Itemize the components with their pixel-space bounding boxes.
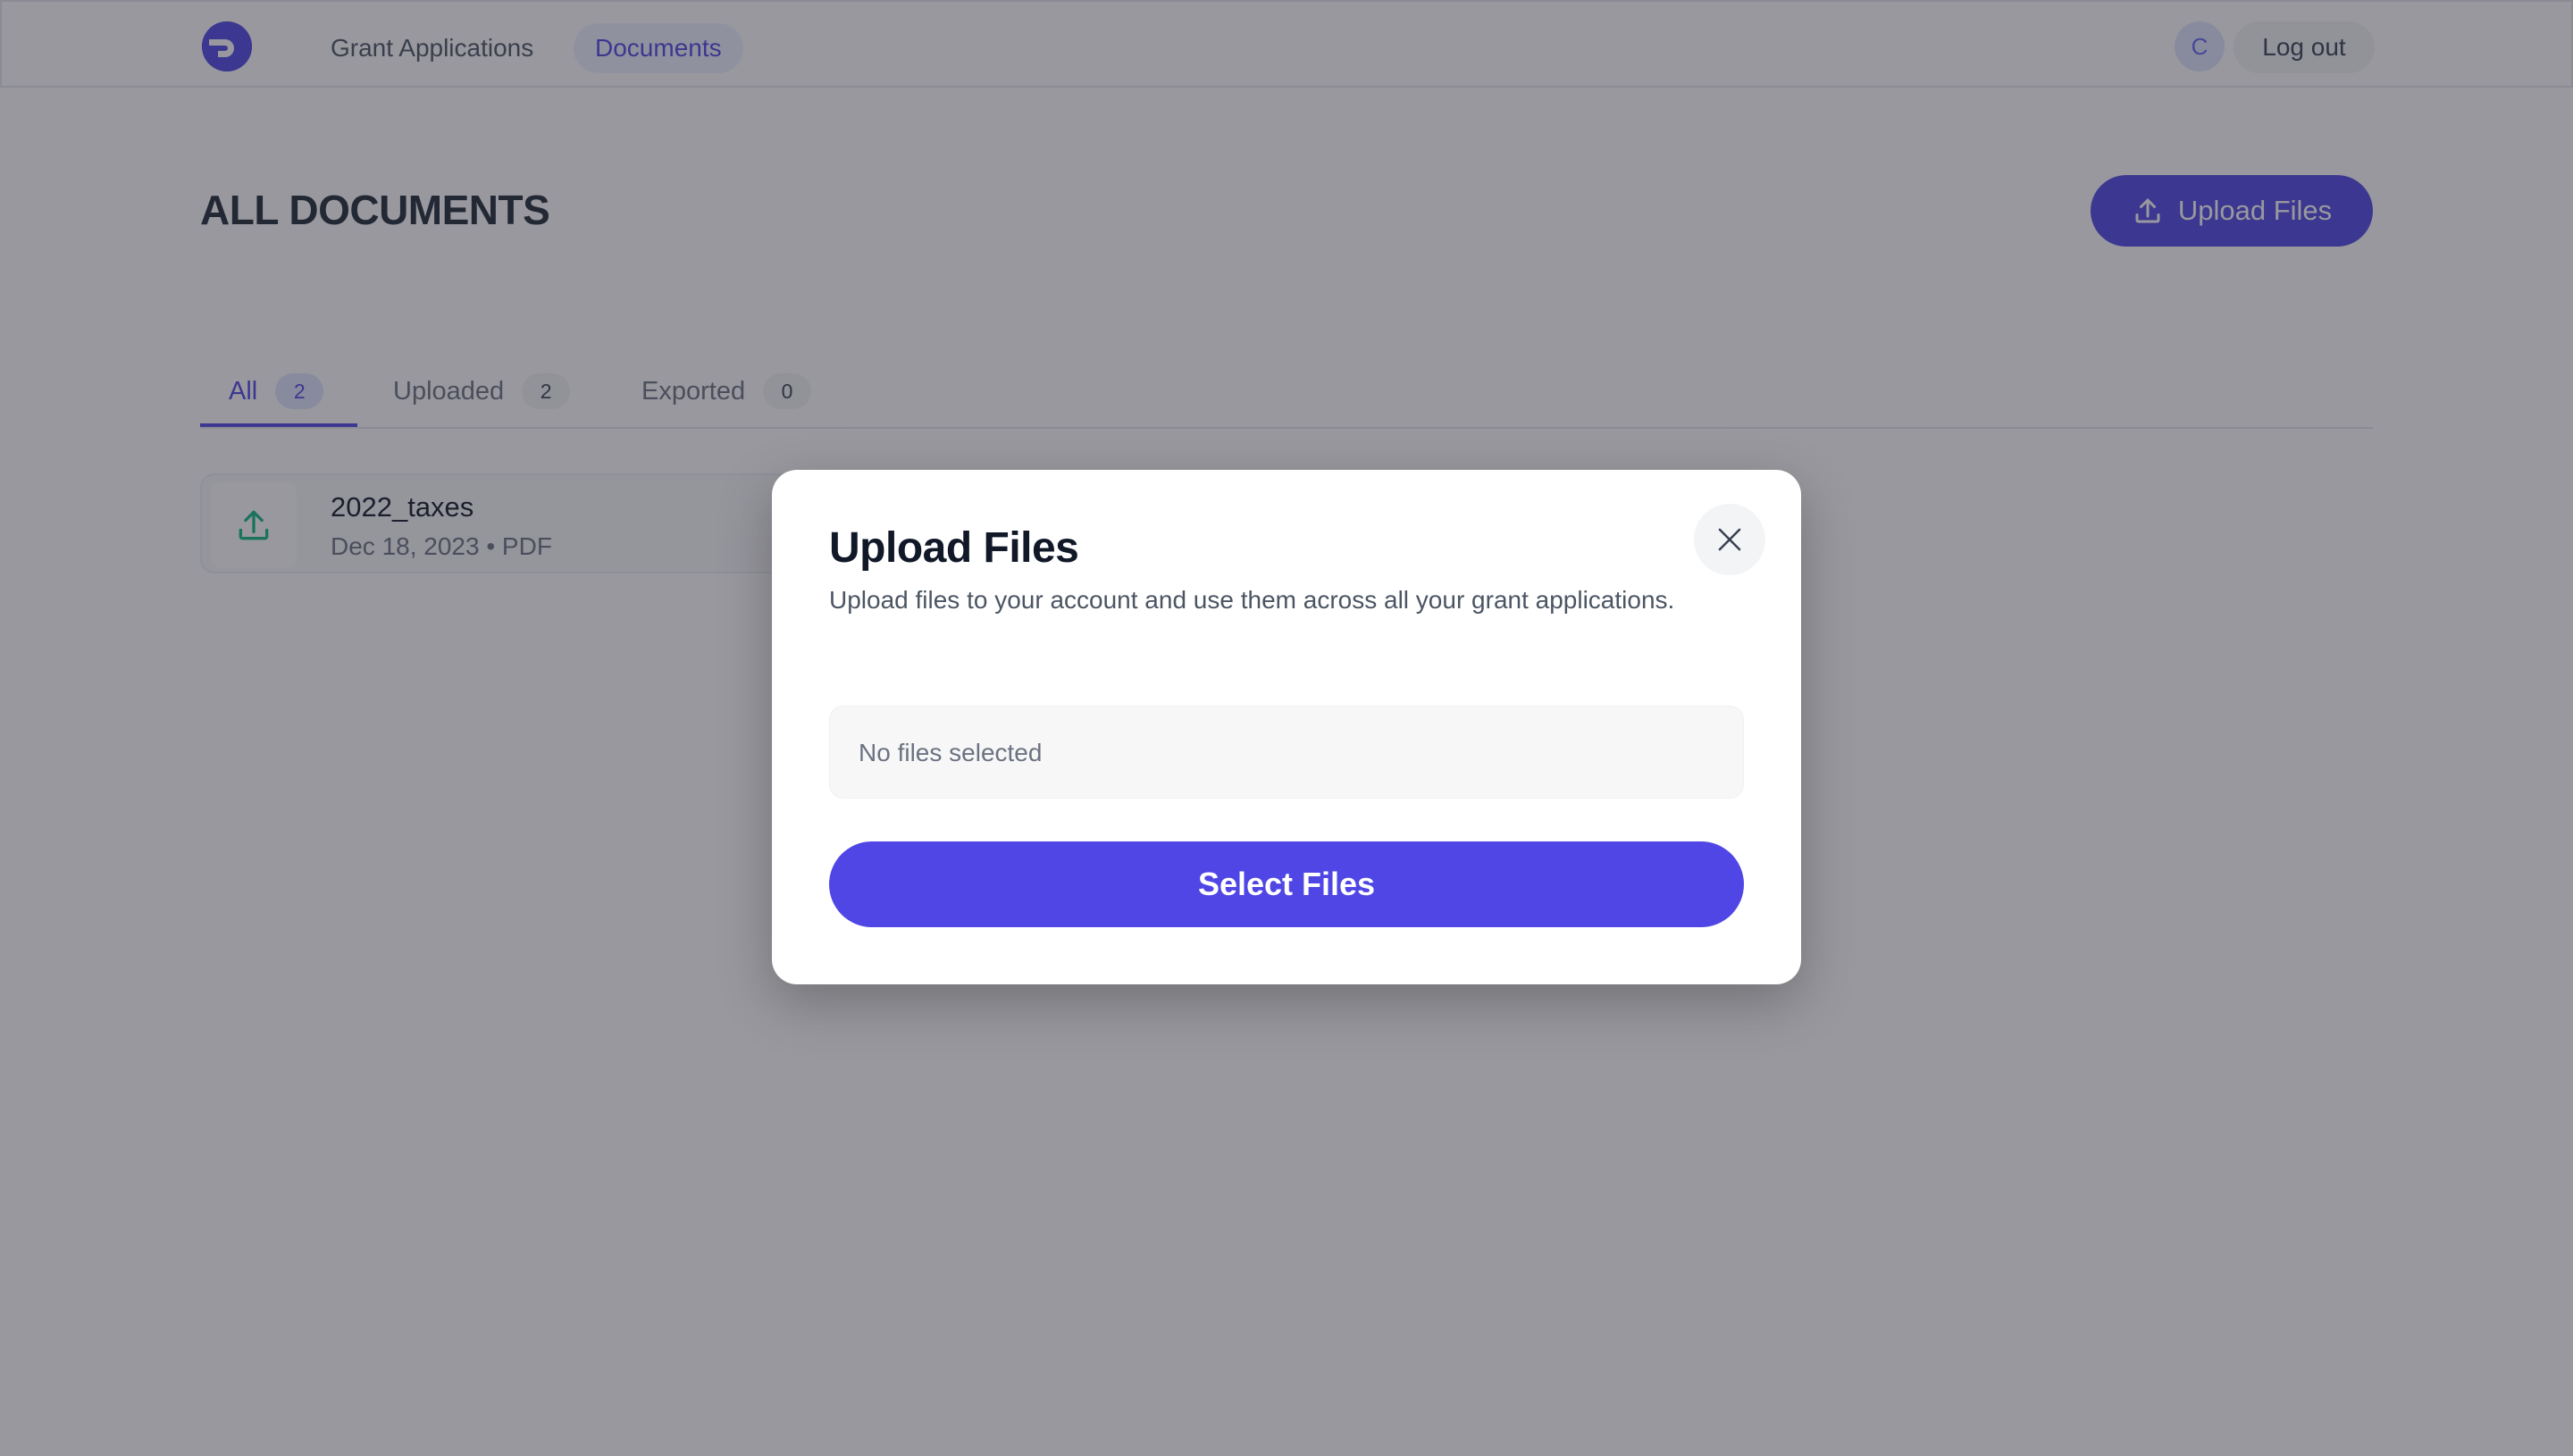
dialog-description: Upload files to your account and use the… bbox=[829, 586, 1675, 614]
upload-files-dialog: Upload Files Upload files to your accoun… bbox=[772, 470, 1801, 984]
close-icon bbox=[1718, 528, 1741, 551]
selected-files-field: No files selected bbox=[829, 706, 1744, 799]
dialog-close-button[interactable] bbox=[1694, 504, 1765, 575]
select-files-button[interactable]: Select Files bbox=[829, 841, 1744, 927]
documents-page: Grant Applications Documents C Log out A… bbox=[0, 0, 2573, 1456]
dialog-title: Upload Files bbox=[829, 524, 1079, 572]
